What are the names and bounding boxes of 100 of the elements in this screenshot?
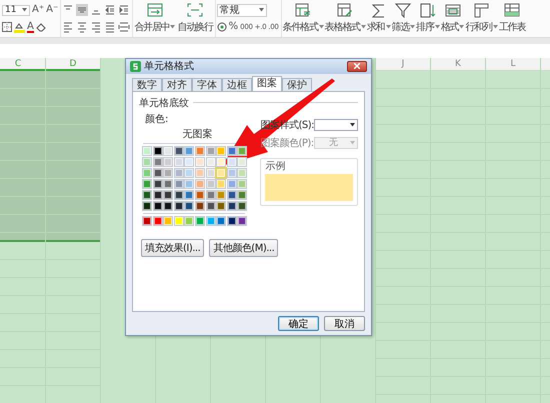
number-format-field[interactable]: 常规 — [216, 4, 267, 16]
align-left-icon[interactable] — [62, 21, 74, 33]
color-swatch[interactable] — [228, 146, 236, 155]
color-swatch[interactable] — [143, 168, 151, 177]
color-swatch[interactable] — [185, 146, 194, 155]
color-swatch[interactable] — [185, 180, 194, 188]
tab[interactable]: 对齐 — [162, 78, 192, 91]
color-swatch[interactable] — [154, 168, 162, 177]
color-swatch[interactable] — [164, 216, 172, 225]
color-swatch[interactable] — [228, 190, 236, 199]
color-swatch[interactable] — [228, 180, 236, 188]
color-swatch[interactable] — [238, 180, 246, 188]
color-swatch[interactable] — [174, 158, 183, 166]
color-swatch[interactable] — [143, 146, 151, 155]
color-swatch[interactable] — [154, 158, 162, 166]
wrap-text-button[interactable]: 自动换行 — [177, 0, 213, 37]
tab[interactable]: 边框 — [222, 78, 252, 91]
conditional-format-button[interactable]: 条件格式 — [282, 0, 324, 37]
color-swatch[interactable] — [217, 146, 226, 155]
close-button[interactable] — [347, 60, 367, 72]
tab[interactable]: 保护 — [282, 78, 312, 91]
color-swatch[interactable] — [185, 190, 194, 199]
color-swatch[interactable] — [217, 158, 226, 166]
sort-button[interactable]: 排序 — [416, 0, 440, 37]
font-size-field[interactable]: 11 — [2, 4, 30, 16]
color-swatch[interactable] — [185, 202, 194, 210]
percent-button[interactable]: % — [228, 21, 238, 33]
color-swatch[interactable] — [164, 202, 172, 210]
color-swatch[interactable] — [164, 190, 172, 199]
color-swatch[interactable] — [206, 216, 215, 225]
align-indent-icon[interactable] — [118, 4, 130, 16]
align-distributed-icon[interactable] — [118, 21, 130, 33]
color-swatch[interactable] — [196, 216, 204, 225]
color-swatch[interactable] — [154, 146, 162, 155]
color-swatch[interactable] — [174, 180, 183, 188]
color-swatch[interactable] — [164, 168, 172, 177]
color-swatch[interactable] — [164, 146, 172, 155]
fill-color-icon[interactable] — [14, 22, 25, 32]
color-swatch[interactable] — [154, 180, 162, 188]
decrease-font-button[interactable]: A⁻ — [46, 4, 58, 16]
color-swatch[interactable] — [206, 190, 215, 199]
color-swatch[interactable] — [238, 168, 246, 177]
color-swatch[interactable] — [217, 216, 226, 225]
color-swatch[interactable] — [174, 146, 183, 155]
color-swatch[interactable] — [174, 168, 183, 177]
color-swatch[interactable] — [228, 168, 236, 177]
color-swatch[interactable] — [217, 180, 226, 188]
color-swatch[interactable] — [143, 202, 151, 210]
align-justify-icon[interactable] — [104, 21, 116, 33]
color-swatch[interactable] — [196, 158, 204, 166]
tab[interactable]: 字体 — [192, 78, 222, 91]
color-swatch[interactable] — [228, 158, 236, 166]
color-swatch[interactable] — [206, 180, 215, 188]
color-swatch[interactable] — [185, 158, 194, 166]
color-swatch[interactable] — [238, 216, 246, 225]
color-swatch[interactable] — [206, 202, 215, 210]
eraser-icon[interactable] — [36, 22, 46, 32]
color-swatch[interactable] — [217, 190, 226, 199]
color-swatch[interactable] — [238, 202, 246, 210]
color-swatch[interactable] — [196, 146, 204, 155]
increase-font-button[interactable]: A⁺ — [32, 4, 44, 16]
format-button[interactable]: 格式 — [440, 0, 464, 37]
ok-button[interactable]: 确定 — [278, 316, 319, 331]
color-swatch[interactable] — [143, 216, 151, 225]
borders-icon[interactable] — [2, 22, 12, 32]
currency-icon[interactable] — [216, 22, 227, 32]
align-middle-icon[interactable] — [76, 4, 88, 16]
rows-columns-button[interactable]: 行和列 — [465, 0, 498, 37]
color-swatch[interactable] — [164, 158, 172, 166]
color-swatch[interactable] — [174, 216, 183, 225]
color-swatch[interactable] — [174, 190, 183, 199]
cancel-button[interactable]: 取消 — [324, 316, 365, 331]
color-swatch[interactable] — [143, 190, 151, 199]
color-swatch[interactable] — [143, 158, 151, 166]
merge-center-button[interactable]: 合并居中 — [134, 0, 176, 37]
color-swatch[interactable] — [154, 216, 162, 225]
table-format-button[interactable]: 表格格式 — [324, 0, 366, 37]
color-swatch[interactable] — [238, 146, 246, 155]
sum-button[interactable]: 求和 — [366, 0, 391, 37]
color-swatch[interactable] — [228, 216, 236, 225]
worksheet-button[interactable]: 工作表 — [498, 0, 526, 37]
color-swatch[interactable] — [196, 202, 204, 210]
color-swatch[interactable] — [196, 168, 204, 177]
color-swatch[interactable] — [217, 168, 226, 177]
color-swatch[interactable] — [217, 202, 226, 210]
tab[interactable]: 数字 — [132, 78, 162, 91]
color-swatch[interactable] — [196, 190, 204, 199]
color-swatch[interactable] — [143, 180, 151, 188]
color-swatch[interactable] — [238, 190, 246, 199]
color-swatch[interactable] — [154, 190, 162, 199]
align-right-icon[interactable] — [90, 21, 102, 33]
color-swatch[interactable] — [174, 202, 183, 210]
no-pattern-option[interactable]: 无图案 — [182, 126, 213, 141]
filter-button[interactable]: 筛选 — [392, 0, 416, 37]
color-swatch[interactable] — [228, 202, 236, 210]
align-outdent-icon[interactable] — [104, 4, 116, 16]
align-center-icon[interactable] — [76, 21, 88, 33]
tab[interactable]: 图案 — [252, 76, 282, 91]
font-color-button[interactable]: A — [27, 22, 34, 32]
fill-effects-button[interactable]: 填充效果(I)... — [141, 238, 204, 257]
